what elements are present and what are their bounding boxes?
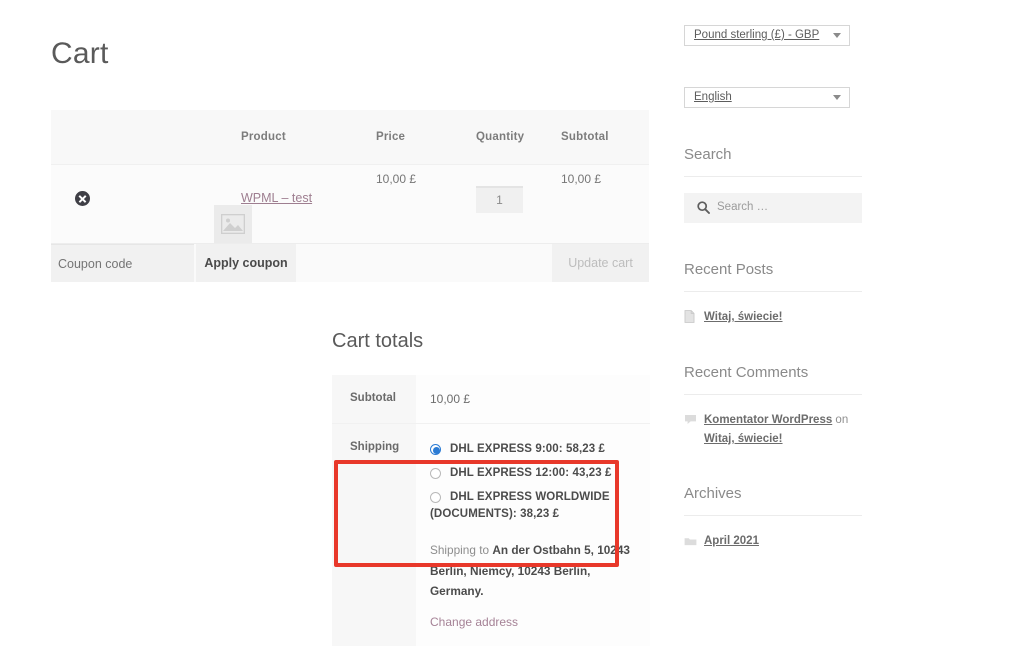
main-content: Cart Product Price Quantity Subtotal — [51, 0, 651, 282]
recent-posts-list: Witaj, świecie! — [684, 308, 862, 326]
chevron-down-icon — [833, 33, 841, 38]
language-select-value: English — [694, 91, 732, 103]
divider — [684, 176, 862, 177]
subtotal-value: 10,00 £ — [416, 375, 650, 424]
cell-quantity: 1 — [476, 165, 561, 244]
cell-thumbnail — [111, 165, 241, 244]
shipping-option-1-label: DHL EXPRESS 9:00: 58,23 £ — [450, 443, 605, 455]
remove-item-icon[interactable] — [75, 191, 90, 206]
comment-author-link[interactable]: Komentator WordPress — [704, 414, 832, 426]
comment-connector: on — [832, 414, 848, 426]
list-item: Komentator WordPress on Witaj, świecie! — [684, 411, 862, 448]
cart-table: Product Price Quantity Subtotal — [51, 110, 649, 244]
comment-bubble-icon — [684, 413, 697, 431]
archives-list: April 2021 — [684, 532, 862, 550]
header-thumbnail — [111, 110, 241, 165]
shipping-option-2-label: DHL EXPRESS 12:00: 43,23 £ — [450, 467, 612, 479]
cell-price: 10,00 £ — [376, 165, 476, 244]
currency-select[interactable]: Pound sterling (£) - GBP — [684, 25, 850, 46]
recent-comments-title: Recent Comments — [684, 364, 862, 381]
page-title: Cart — [51, 36, 651, 72]
header-remove — [51, 110, 111, 165]
recent-comments-list: Komentator WordPress on Witaj, świecie! — [684, 411, 862, 448]
sidebar: Pound sterling (£) - GBP English Search … — [684, 25, 862, 557]
header-price: Price — [376, 110, 476, 165]
coupon-row: Apply coupon Update cart — [51, 244, 649, 282]
placeholder-image-icon — [214, 205, 252, 243]
archives-title: Archives — [684, 485, 862, 502]
shipping-options-list: DHL EXPRESS 9:00: 58,23 £ DHL EXPRESS 12… — [430, 441, 640, 524]
product-link[interactable]: WPML – test — [241, 191, 312, 205]
shipping-option-3[interactable]: DHL EXPRESS WORLDWIDE (DOCUMENTS): 38,23… — [430, 489, 640, 525]
search-input-placeholder: Search … — [717, 201, 768, 213]
list-item: April 2021 — [684, 532, 862, 550]
subtotal-label: Subtotal — [332, 375, 416, 424]
folder-icon — [684, 534, 697, 552]
cell-remove — [51, 165, 111, 244]
shipping-option-2[interactable]: DHL EXPRESS 12:00: 43,23 £ — [430, 465, 640, 483]
document-icon — [684, 310, 695, 329]
cart-table-header-row: Product Price Quantity Subtotal — [51, 110, 649, 165]
shipping-label: Shipping — [332, 424, 416, 646]
shipping-row: Shipping DHL EXPRESS 9:00: 58,23 £ DHL E… — [332, 424, 650, 646]
search-icon — [697, 201, 710, 219]
apply-coupon-button[interactable]: Apply coupon — [196, 244, 296, 282]
table-row: WPML – test 10,00 £ 1 10,00 £ — [51, 165, 649, 244]
search-input[interactable]: Search … — [684, 193, 862, 223]
cart-totals-title: Cart totals — [332, 330, 650, 353]
divider — [684, 515, 862, 516]
search-widget: Search Search … — [684, 146, 862, 223]
quantity-input[interactable]: 1 — [476, 186, 523, 213]
divider — [684, 394, 862, 395]
cart-totals-section: Cart totals Subtotal 10,00 £ Shipping — [332, 330, 650, 646]
divider — [684, 291, 862, 292]
header-product: Product — [241, 110, 376, 165]
cell-subtotal: 10,00 £ — [561, 165, 649, 244]
radio-dhl-express-9[interactable] — [430, 444, 441, 455]
recent-comments-widget: Recent Comments Komentator WordPress on … — [684, 364, 862, 448]
shipping-address-text: Shipping to An der Ostbahn 5, 10243 Berl… — [430, 540, 630, 601]
shipping-options-cell: DHL EXPRESS 9:00: 58,23 £ DHL EXPRESS 12… — [416, 424, 650, 646]
header-subtotal: Subtotal — [561, 110, 649, 165]
shipping-option-3-continuation: (DOCUMENTS): 38,23 £ — [430, 506, 640, 524]
cell-product: WPML – test — [241, 165, 376, 244]
recent-posts-widget: Recent Posts Witaj, świecie! — [684, 261, 862, 326]
archives-widget: Archives April 2021 — [684, 485, 862, 550]
chevron-down-icon — [833, 95, 841, 100]
coupon-spacer — [296, 244, 552, 282]
recent-post-link[interactable]: Witaj, świecie! — [704, 311, 783, 323]
search-widget-title: Search — [684, 146, 862, 163]
shipping-to-prefix: Shipping to — [430, 543, 492, 557]
header-quantity: Quantity — [476, 110, 561, 165]
subtotal-row: Subtotal 10,00 £ — [332, 375, 650, 424]
cart-totals-table: Subtotal 10,00 £ Shipping DHL EXPRESS 9:… — [332, 375, 650, 646]
radio-dhl-express-worldwide[interactable] — [430, 492, 441, 503]
comment-post-link[interactable]: Witaj, świecie! — [704, 433, 783, 445]
currency-select-value: Pound sterling (£) - GBP — [694, 29, 819, 41]
recent-posts-title: Recent Posts — [684, 261, 862, 278]
archive-link[interactable]: April 2021 — [704, 535, 759, 547]
change-address-link[interactable]: Change address — [430, 615, 518, 629]
language-select[interactable]: English — [684, 87, 850, 108]
cart-page: Cart Product Price Quantity Subtotal — [0, 0, 1024, 612]
coupon-code-input[interactable] — [51, 244, 194, 282]
shipping-option-3-label: DHL EXPRESS WORLDWIDE — [450, 491, 610, 503]
list-item: Witaj, świecie! — [684, 308, 862, 326]
update-cart-button[interactable]: Update cart — [552, 244, 649, 282]
radio-dhl-express-12[interactable] — [430, 468, 441, 479]
shipping-option-1[interactable]: DHL EXPRESS 9:00: 58,23 £ — [430, 441, 640, 459]
